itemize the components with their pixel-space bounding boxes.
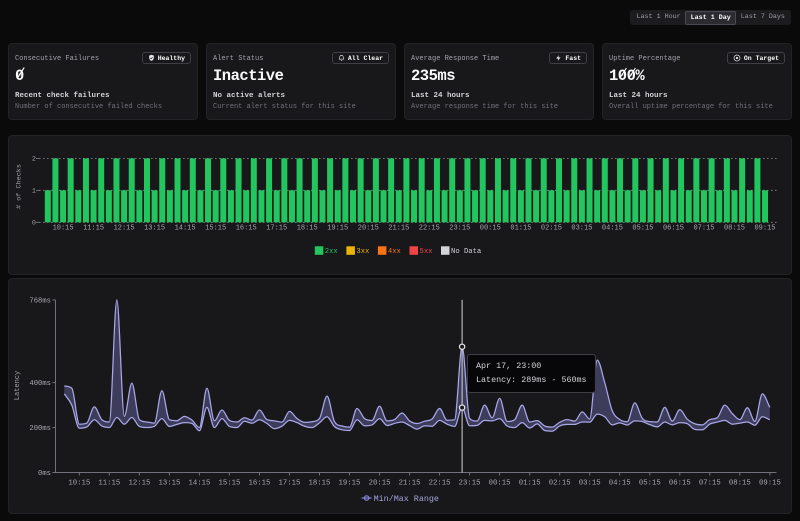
- svg-text:06:15: 06:15: [663, 225, 684, 233]
- svg-text:0: 0: [32, 220, 36, 228]
- svg-text:No Data: No Data: [451, 248, 482, 256]
- svg-text:13:15: 13:15: [158, 479, 180, 487]
- svg-text:06:15: 06:15: [669, 479, 691, 487]
- svg-text:768ms: 768ms: [29, 297, 51, 305]
- svg-text:0ms: 0ms: [38, 470, 51, 478]
- svg-text:11:15: 11:15: [83, 225, 104, 233]
- svg-text:Min/Max Range: Min/Max Range: [374, 494, 439, 504]
- svg-text:08:15: 08:15: [729, 479, 751, 487]
- svg-text:20:15: 20:15: [358, 225, 379, 233]
- svg-text:03:15: 03:15: [579, 479, 601, 487]
- svg-text:02:15: 02:15: [549, 479, 571, 487]
- svg-text:11:15: 11:15: [98, 479, 120, 487]
- svg-text:22:15: 22:15: [429, 479, 451, 487]
- svg-text:17:15: 17:15: [279, 479, 301, 487]
- svg-text:03:15: 03:15: [571, 225, 592, 233]
- svg-text:10:15: 10:15: [68, 479, 90, 487]
- svg-text:05:15: 05:15: [639, 479, 661, 487]
- svg-text:Latency: Latency: [14, 371, 22, 400]
- svg-text:09:15: 09:15: [759, 479, 781, 487]
- svg-text:22:15: 22:15: [419, 225, 440, 233]
- svg-text:19:15: 19:15: [339, 479, 361, 487]
- svg-text:15:15: 15:15: [205, 225, 226, 233]
- svg-text:4xx: 4xx: [388, 248, 401, 256]
- svg-text:3xx: 3xx: [356, 248, 369, 256]
- svg-text:04:15: 04:15: [602, 225, 623, 233]
- svg-text:16:15: 16:15: [236, 225, 257, 233]
- svg-text:12:15: 12:15: [114, 225, 135, 233]
- svg-text:01:15: 01:15: [510, 225, 531, 233]
- svg-text:07:15: 07:15: [693, 225, 714, 233]
- svg-text:14:15: 14:15: [188, 479, 210, 487]
- svg-text:200ms: 200ms: [29, 425, 51, 433]
- svg-text:05:15: 05:15: [632, 225, 653, 233]
- svg-text:14:15: 14:15: [175, 225, 196, 233]
- svg-text:18:15: 18:15: [309, 479, 331, 487]
- svg-text:02:15: 02:15: [541, 225, 562, 233]
- svg-text:08:15: 08:15: [724, 225, 745, 233]
- svg-text:20:15: 20:15: [369, 479, 391, 487]
- svg-text:# of Checks: # of Checks: [16, 164, 24, 209]
- svg-text:00:15: 00:15: [489, 479, 511, 487]
- svg-text:5xx: 5xx: [420, 248, 433, 256]
- svg-text:12:15: 12:15: [128, 479, 150, 487]
- svg-text:2: 2: [32, 156, 36, 164]
- svg-text:13:15: 13:15: [144, 225, 165, 233]
- svg-text:09:15: 09:15: [754, 225, 775, 233]
- svg-text:15:15: 15:15: [218, 479, 240, 487]
- svg-text:2xx: 2xx: [325, 248, 338, 256]
- svg-text:17:15: 17:15: [266, 225, 287, 233]
- svg-text:21:15: 21:15: [388, 225, 409, 233]
- svg-text:04:15: 04:15: [609, 479, 631, 487]
- svg-text:21:15: 21:15: [399, 479, 421, 487]
- svg-text:23:15: 23:15: [449, 225, 470, 233]
- svg-text:07:15: 07:15: [699, 479, 721, 487]
- svg-text:00:15: 00:15: [480, 225, 501, 233]
- svg-text:1: 1: [32, 188, 36, 196]
- svg-text:400ms: 400ms: [29, 380, 51, 388]
- svg-text:23:15: 23:15: [459, 479, 481, 487]
- svg-text:10:15: 10:15: [53, 225, 74, 233]
- svg-text:16:15: 16:15: [249, 479, 271, 487]
- svg-text:01:15: 01:15: [519, 479, 541, 487]
- svg-text:18:15: 18:15: [297, 225, 318, 233]
- svg-text:19:15: 19:15: [327, 225, 348, 233]
